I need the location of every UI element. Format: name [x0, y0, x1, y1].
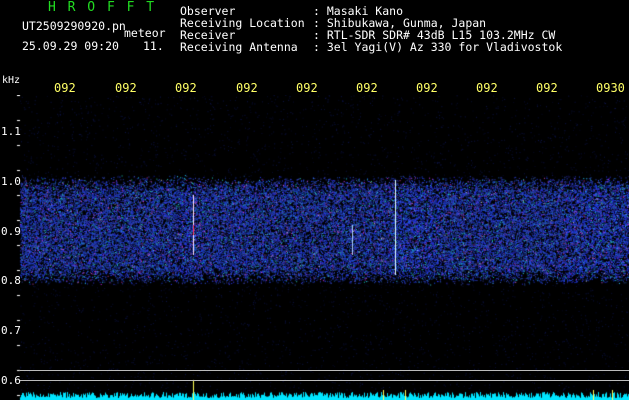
frequency-label: 0.6 [1, 374, 21, 387]
event-count: 11. [143, 39, 164, 53]
time-tick: 0930 [596, 81, 625, 95]
app-title: H R O F F T [48, 0, 157, 15]
antenna-value: : 3el Yagi(V) Az 330 for Vladivostok [313, 40, 563, 54]
reference-line [20, 380, 629, 381]
frequency-label: 0.9 [1, 225, 21, 238]
time-tick: 092 [536, 81, 558, 95]
frequency-label: 0.7 [1, 324, 21, 337]
time-tick: 092 [476, 81, 498, 95]
time-tick: 092 [175, 81, 197, 95]
frequency-label: 1.1 [1, 125, 21, 138]
file-name: UT2509290920.pn [22, 19, 126, 33]
mode-label: meteor [124, 26, 166, 40]
time-tick: 092 [296, 81, 318, 95]
frequency-label: 0.8 [1, 274, 21, 287]
reference-line [20, 370, 629, 371]
time-tick: 092 [356, 81, 378, 95]
time-tick: 092 [115, 81, 137, 95]
antenna-label: Receiving Antenna [180, 40, 298, 54]
frequency-label: 1.0 [1, 175, 21, 188]
time-tick: 092 [54, 81, 76, 95]
observation-datetime: 25.09.29 09:20 [22, 39, 119, 53]
hrofft-screen: H R O F F T UT2509290920.pn meteor 25.09… [0, 0, 629, 400]
time-tick: 092 [236, 81, 258, 95]
spectrogram-waterfall [0, 95, 629, 400]
frequency-unit-label: kHz [2, 75, 21, 86]
time-tick: 092 [416, 81, 438, 95]
